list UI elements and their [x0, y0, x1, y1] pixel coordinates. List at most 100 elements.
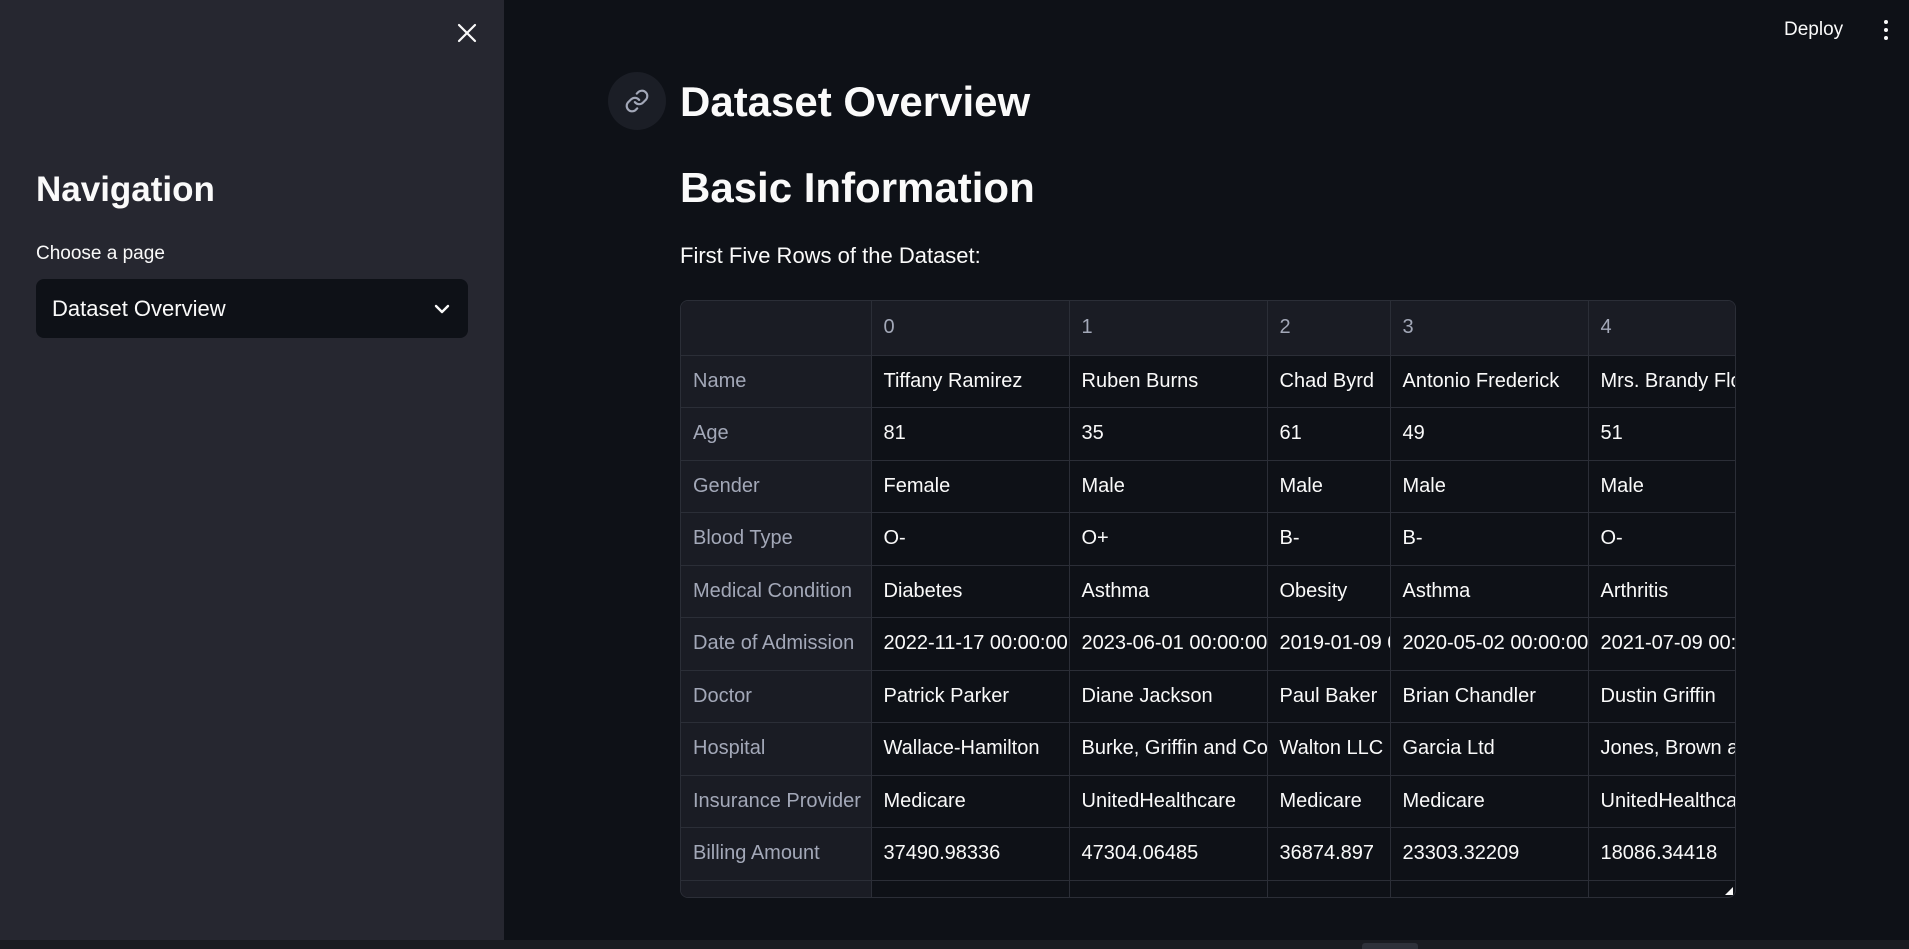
table-cell[interactable] — [1267, 880, 1391, 897]
table-cell[interactable]: Paul Baker — [1267, 670, 1391, 723]
table-cell[interactable]: 81 — [871, 407, 1070, 461]
row-label[interactable]: Name — [681, 355, 872, 408]
row-label[interactable]: Gender — [681, 460, 872, 513]
table-cell[interactable]: O- — [871, 512, 1070, 566]
table-cell[interactable]: 61 — [1267, 407, 1391, 461]
table-cell[interactable]: Antonio Frederick — [1390, 355, 1589, 408]
table-cell[interactable]: 35 — [1069, 407, 1268, 461]
table-cell[interactable]: Jones, Brown a — [1588, 722, 1735, 776]
table-cell[interactable]: 36874.897 — [1267, 827, 1391, 881]
row-label[interactable]: Date of Admission — [681, 617, 872, 671]
table-cell[interactable]: Tiffany Ramirez — [871, 355, 1070, 408]
table-cell[interactable]: Male — [1588, 460, 1735, 513]
table-row — [681, 880, 1735, 897]
close-icon — [457, 23, 477, 43]
table-cell[interactable]: Walton LLC — [1267, 722, 1391, 776]
dataframe[interactable]: 0 1 2 3 4 Name Tiffany Ramirez Ruben Burns… — [680, 300, 1736, 898]
table-cell[interactable]: Mrs. Brandy Flo — [1588, 355, 1735, 408]
table-row: Gender Female Male Male Male Male — [681, 460, 1735, 513]
table-cell[interactable]: Obesity — [1267, 565, 1391, 618]
page-title: Dataset Overview — [680, 78, 1031, 125]
resize-handle[interactable] — [1725, 887, 1733, 895]
table-cell[interactable]: 2022-11-17 00:00:00 — [871, 617, 1070, 671]
table-row: Medical Condition Diabetes Asthma Obesity As… — [681, 565, 1735, 618]
table-cell[interactable]: Diane Jackson — [1069, 670, 1268, 723]
bottom-bar — [0, 940, 1909, 949]
page-select[interactable]: Dataset Overview — [36, 279, 468, 338]
table-cell[interactable]: 2023-06-01 00:00:00 — [1069, 617, 1268, 671]
table-cell[interactable] — [1588, 880, 1735, 897]
table-cell[interactable]: Medicare — [871, 775, 1070, 828]
kebab-menu-icon — [1884, 20, 1888, 24]
column-header[interactable]: 3 — [1390, 301, 1589, 356]
table-cell[interactable]: 18086.34418 — [1588, 827, 1735, 881]
table-cell[interactable]: Wallace-Hamilton — [871, 722, 1070, 776]
deploy-button[interactable]: Deploy — [1770, 14, 1857, 46]
table-cell[interactable]: B- — [1267, 512, 1391, 566]
chevron-down-icon — [432, 299, 452, 319]
table-cell[interactable]: Patrick Parker — [871, 670, 1070, 723]
main-menu-button[interactable] — [1874, 14, 1898, 46]
table-cell[interactable]: 51 — [1588, 407, 1735, 461]
table-caption: First Five Rows of the Dataset: — [680, 243, 981, 268]
table-cell[interactable]: Female — [871, 460, 1070, 513]
column-header[interactable] — [681, 301, 872, 356]
table-cell[interactable]: Brian Chandler — [1390, 670, 1589, 723]
table-row: Age 81 35 61 49 51 — [681, 407, 1735, 461]
column-header[interactable]: 2 — [1267, 301, 1391, 356]
table-row: Name Tiffany Ramirez Ruben Burns Chad Byrd A… — [681, 355, 1735, 408]
row-label[interactable]: Billing Amount — [681, 827, 872, 881]
table-cell[interactable]: UnitedHealthca — [1588, 775, 1735, 828]
table-cell[interactable]: 2019-01-09 0 — [1267, 617, 1391, 671]
page-select-value: Dataset Overview — [52, 295, 226, 321]
table-cell[interactable]: Arthritis — [1588, 565, 1735, 618]
data-table: 0 1 2 3 4 Name Tiffany Ramirez Ruben Burns… — [681, 301, 1735, 897]
table-cell[interactable]: 37490.98336 — [871, 827, 1070, 881]
table-cell[interactable]: Diabetes — [871, 565, 1070, 618]
table-cell[interactable]: 2020-05-02 00:00:00 — [1390, 617, 1589, 671]
table-cell[interactable]: Dustin Griffin — [1588, 670, 1735, 723]
table-cell[interactable]: Asthma — [1390, 565, 1589, 618]
table-cell[interactable] — [871, 880, 1070, 897]
table-cell[interactable]: 2021-07-09 00:0 — [1588, 617, 1735, 671]
header-anchor-link[interactable] — [608, 72, 666, 130]
table-cell[interactable]: Ruben Burns — [1069, 355, 1268, 408]
table-cell[interactable]: Garcia Ltd — [1390, 722, 1589, 776]
table-cell[interactable]: B- — [1390, 512, 1589, 566]
table-cell[interactable]: Medicare — [1390, 775, 1589, 828]
table-cell[interactable]: 47304.06485 — [1069, 827, 1268, 881]
column-header[interactable]: 0 — [871, 301, 1070, 356]
table-header-row: 0 1 2 3 4 — [681, 301, 1735, 356]
table-cell[interactable] — [1390, 880, 1589, 897]
table-cell[interactable]: Medicare — [1267, 775, 1391, 828]
table-cell[interactable]: Male — [1390, 460, 1589, 513]
table-cell[interactable]: Male — [1069, 460, 1268, 513]
row-label[interactable]: Age — [681, 407, 872, 461]
page-select-label: Choose a page — [36, 243, 165, 264]
table-cell[interactable]: Chad Byrd — [1267, 355, 1391, 408]
row-label[interactable]: Hospital — [681, 722, 872, 776]
table-row: Date of Admission 2022-11-17 00:00:00 2023… — [681, 617, 1735, 671]
row-label[interactable] — [681, 880, 872, 897]
table-cell[interactable] — [1069, 880, 1268, 897]
row-label[interactable]: Blood Type — [681, 512, 872, 566]
link-icon — [625, 89, 649, 113]
table-cell[interactable]: 49 — [1390, 407, 1589, 461]
row-label[interactable]: Insurance Provider — [681, 775, 872, 828]
row-label[interactable]: Medical Condition — [681, 565, 872, 618]
column-header[interactable]: 4 — [1588, 301, 1735, 356]
table-row: Billing Amount 37490.98336 47304.06485 3687… — [681, 827, 1735, 881]
sidebar: Navigation Choose a page Dataset Overvie… — [0, 0, 504, 940]
table-cell[interactable]: Asthma — [1069, 565, 1268, 618]
bottom-tab — [1362, 943, 1418, 949]
table-cell[interactable]: Burke, Griffin and Coo — [1069, 722, 1268, 776]
table-cell[interactable]: UnitedHealthcare — [1069, 775, 1268, 828]
table-cell[interactable]: 23303.32209 — [1390, 827, 1589, 881]
table-cell[interactable]: O+ — [1069, 512, 1268, 566]
row-label[interactable]: Doctor — [681, 670, 872, 723]
sidebar-title: Navigation — [36, 170, 215, 209]
table-cell[interactable]: Male — [1267, 460, 1391, 513]
table-cell[interactable]: O- — [1588, 512, 1735, 566]
column-header[interactable]: 1 — [1069, 301, 1268, 356]
close-sidebar-button[interactable] — [450, 16, 484, 50]
